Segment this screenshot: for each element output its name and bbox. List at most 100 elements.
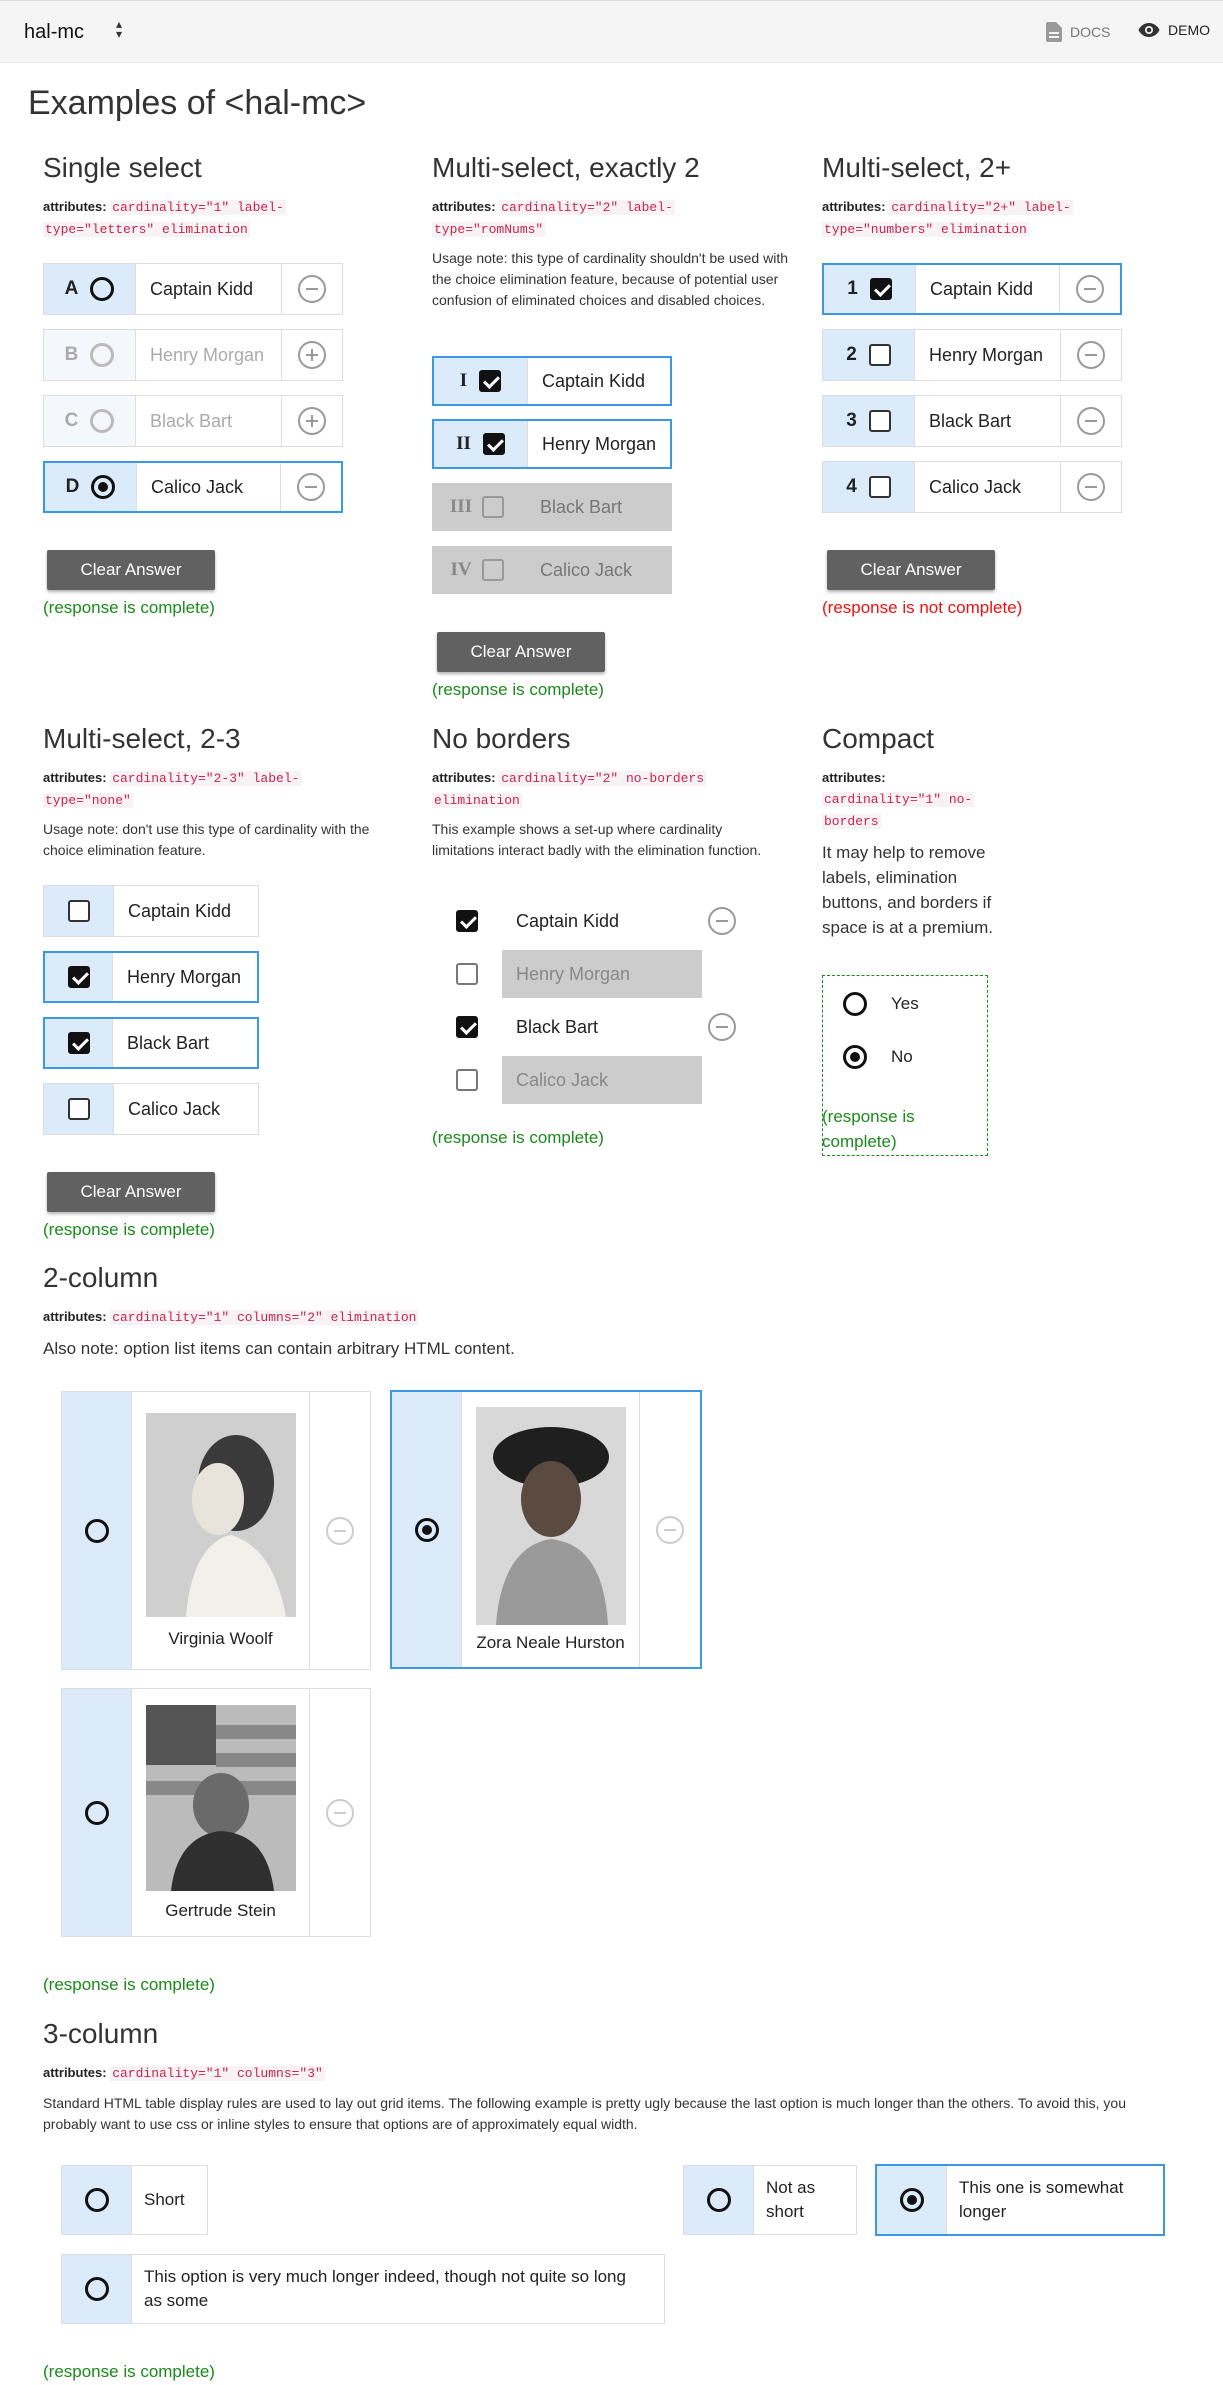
checkbox-icon[interactable] bbox=[456, 963, 478, 985]
radio-icon[interactable] bbox=[843, 1045, 867, 1069]
minus-circle-icon[interactable] bbox=[1077, 473, 1105, 501]
threecol-option-short[interactable]: Short bbox=[61, 2165, 208, 2235]
checkbox-icon[interactable] bbox=[481, 559, 504, 581]
minus-circle-icon[interactable] bbox=[656, 1515, 684, 1544]
radio-icon[interactable] bbox=[90, 277, 115, 301]
minus-circle-icon[interactable] bbox=[708, 907, 736, 935]
twocol-option-stein[interactable]: Gertrude Stein bbox=[61, 1688, 371, 1937]
threecol-option-very-long[interactable]: This option is very much longer indeed, … bbox=[61, 2254, 665, 2324]
multi-exactly-2-title: Multi-select, exactly 2 bbox=[432, 152, 700, 183]
threecol-option-somewhat-longer[interactable]: This one is somewhat longer bbox=[875, 2164, 1165, 2236]
noborders-option-4[interactable]: Calico Jack bbox=[432, 1056, 702, 1104]
clear-answer-button[interactable]: Clear Answer bbox=[827, 550, 995, 590]
status-text: (response is complete) bbox=[432, 1128, 604, 1147]
radio-icon[interactable] bbox=[84, 2277, 109, 2301]
single-option-c[interactable]: C Black Bart bbox=[43, 395, 343, 447]
docs-link[interactable]: DOCS bbox=[1046, 22, 1110, 42]
checkbox-icon[interactable] bbox=[482, 433, 505, 455]
multi2plus-attrs: attributes: cardinality="2+" label-type=… bbox=[822, 199, 1073, 237]
checkbox-icon[interactable] bbox=[868, 410, 891, 432]
single-option-d[interactable]: D Calico Jack bbox=[43, 461, 343, 513]
status-text: (response is complete) bbox=[43, 2362, 215, 2381]
demo-label: DEMO bbox=[1168, 22, 1210, 38]
single-option-a[interactable]: A Captain Kidd bbox=[43, 263, 343, 315]
twocol-option-hurston[interactable]: Zora Neale Hurston bbox=[390, 1390, 702, 1669]
noborders-attrs: attributes: cardinality="2" no-borders el… bbox=[432, 770, 707, 808]
checkbox-icon[interactable] bbox=[67, 1098, 90, 1120]
radio-icon[interactable] bbox=[90, 343, 115, 367]
minus-circle-icon[interactable] bbox=[654, 1066, 682, 1094]
threecol-attrs: attributes: cardinality="1" columns="3" bbox=[43, 2065, 325, 2081]
compact-note: It may help to remove labels, eliminatio… bbox=[822, 843, 994, 937]
checkbox-icon[interactable] bbox=[868, 344, 891, 366]
radio-icon[interactable] bbox=[84, 1800, 109, 1825]
twocol-note: Also note: option list items can contain… bbox=[43, 1339, 515, 1358]
checkbox-icon[interactable] bbox=[67, 966, 90, 988]
status-text: (response is complete) bbox=[432, 680, 604, 699]
multi2-option-iv[interactable]: IV Calico Jack bbox=[432, 546, 672, 594]
clear-answer-button[interactable]: Clear Answer bbox=[47, 1172, 215, 1212]
minus-circle-icon[interactable] bbox=[708, 1013, 736, 1041]
checkbox-icon[interactable] bbox=[456, 1069, 478, 1091]
demo-link[interactable]: DEMO bbox=[1138, 22, 1210, 38]
multi2plus-option-4[interactable]: 4 Calico Jack bbox=[822, 461, 1122, 513]
noborders-option-2[interactable]: Henry Morgan bbox=[432, 950, 702, 998]
minus-circle-icon[interactable] bbox=[654, 960, 682, 988]
multi2plus-option-1[interactable]: 1 Captain Kidd bbox=[822, 263, 1122, 315]
checkbox-icon[interactable] bbox=[67, 1032, 90, 1054]
compact-option-yes[interactable]: Yes bbox=[843, 992, 919, 1016]
multi2-option-ii[interactable]: II Henry Morgan bbox=[432, 419, 672, 469]
minus-circle-icon[interactable] bbox=[1077, 407, 1105, 435]
radio-icon[interactable] bbox=[90, 409, 115, 433]
clear-answer-button[interactable]: Clear Answer bbox=[437, 632, 605, 672]
single-option-b[interactable]: B Henry Morgan bbox=[43, 329, 343, 381]
checkbox-icon[interactable] bbox=[456, 910, 478, 932]
radio-icon[interactable] bbox=[843, 992, 867, 1016]
checkbox-icon[interactable] bbox=[869, 278, 892, 300]
threecol-option-not-as-short[interactable]: Not as short bbox=[683, 2165, 857, 2235]
compact-option-no[interactable]: No bbox=[843, 1045, 913, 1069]
minus-circle-icon[interactable] bbox=[326, 1798, 354, 1827]
minus-circle-icon[interactable] bbox=[298, 275, 326, 303]
multi23-option-4[interactable]: Calico Jack bbox=[43, 1083, 259, 1135]
multi2plus-option-3[interactable]: 3 Black Bart bbox=[822, 395, 1122, 447]
radio-icon[interactable] bbox=[84, 1518, 109, 1543]
app-select[interactable]: hal-mc bbox=[24, 21, 84, 44]
plus-circle-icon[interactable] bbox=[298, 341, 326, 369]
radio-icon[interactable] bbox=[899, 2188, 924, 2212]
eye-icon bbox=[1138, 23, 1160, 37]
multi2plus-option-2[interactable]: 2 Henry Morgan bbox=[822, 329, 1122, 381]
portrait-image bbox=[145, 1704, 296, 1891]
multi2-option-iii[interactable]: III Black Bart bbox=[432, 483, 672, 531]
multi23-option-1[interactable]: Captain Kidd bbox=[43, 885, 259, 937]
status-text: (response is complete) bbox=[43, 1220, 215, 1239]
radio-icon[interactable] bbox=[414, 1517, 439, 1542]
noborders-option-1[interactable]: Captain Kidd bbox=[432, 897, 742, 945]
checkbox-icon[interactable] bbox=[67, 900, 90, 922]
noborders-option-3[interactable]: Black Bart bbox=[432, 1003, 742, 1051]
plus-circle-icon[interactable] bbox=[298, 407, 326, 435]
checkbox-icon[interactable] bbox=[479, 370, 502, 392]
multi2-option-i[interactable]: I Captain Kidd bbox=[432, 356, 672, 406]
minus-circle-icon[interactable] bbox=[326, 1516, 354, 1545]
status-text: (response is complete) bbox=[822, 1107, 915, 1151]
compact-title: Compact bbox=[822, 723, 935, 754]
clear-answer-button[interactable]: Clear Answer bbox=[47, 550, 215, 590]
minus-circle-icon[interactable] bbox=[1076, 275, 1104, 303]
multi2-attrs: attributes: cardinality="2" label-type="… bbox=[432, 199, 675, 237]
twocol-option-woolf[interactable]: Virginia Woolf bbox=[61, 1391, 371, 1670]
radio-icon[interactable] bbox=[84, 2188, 109, 2212]
checkbox-icon[interactable] bbox=[868, 476, 891, 498]
multi-2-3-title: Multi-select, 2-3 bbox=[43, 723, 241, 754]
three-column-title: 3-column bbox=[43, 2018, 159, 2049]
checkbox-icon[interactable] bbox=[456, 1016, 478, 1038]
multi23-note: Usage note: don't use this type of cardi… bbox=[43, 821, 370, 858]
select-arrows-icon[interactable]: ▴ ▾ bbox=[116, 18, 122, 40]
radio-icon[interactable] bbox=[706, 2188, 731, 2212]
minus-circle-icon[interactable] bbox=[297, 473, 325, 501]
multi23-option-3[interactable]: Black Bart bbox=[43, 1017, 259, 1069]
minus-circle-icon[interactable] bbox=[1077, 341, 1105, 369]
multi23-option-2[interactable]: Henry Morgan bbox=[43, 951, 259, 1003]
radio-icon[interactable] bbox=[91, 475, 116, 499]
checkbox-icon[interactable] bbox=[482, 496, 505, 518]
